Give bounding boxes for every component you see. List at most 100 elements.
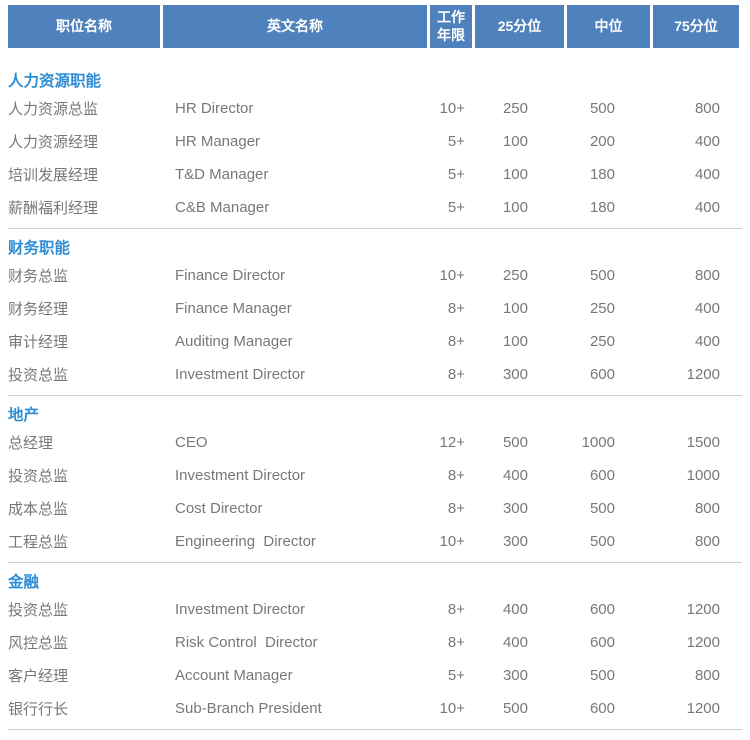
table-row: 风控总监 Risk Control Director 8+ 400 600 12… xyxy=(8,626,742,659)
header-median: 中位 xyxy=(567,5,650,48)
position-name-cn: 成本总监 xyxy=(8,498,160,519)
section-finance-function: 财务职能 财务总监 Finance Director 10+ 250 500 8… xyxy=(8,239,742,391)
percentile-75: 1000 xyxy=(653,467,739,484)
position-name-cn: 投资总监 xyxy=(8,465,160,486)
work-years: 8+ xyxy=(430,634,472,651)
percentile-75: 400 xyxy=(653,133,739,150)
position-name-cn: 薪酬福利经理 xyxy=(8,197,160,218)
median: 180 xyxy=(567,166,650,183)
work-years: 8+ xyxy=(430,601,472,618)
position-name-cn: 投资总监 xyxy=(8,364,160,385)
position-name-cn: 投资总监 xyxy=(8,599,160,620)
work-years: 5+ xyxy=(430,667,472,684)
work-years: 5+ xyxy=(430,166,472,183)
percentile-75: 1200 xyxy=(653,634,739,651)
median: 500 xyxy=(567,500,650,517)
percentile-75: 400 xyxy=(653,199,739,216)
salary-table-page: 职位名称 英文名称 工作年限 25分位 中位 75分位 人力资源职能 人力资源总… xyxy=(0,0,750,730)
work-years: 5+ xyxy=(430,133,472,150)
position-name-en: Finance Director xyxy=(163,267,427,284)
percentile-25: 250 xyxy=(475,100,564,117)
section-title: 地产 xyxy=(8,406,742,426)
median: 500 xyxy=(567,267,650,284)
section-divider xyxy=(8,562,742,563)
percentile-75: 400 xyxy=(653,166,739,183)
percentile-75: 1500 xyxy=(653,434,739,451)
table-row: 总经理 CEO 12+ 500 1000 1500 xyxy=(8,426,742,459)
percentile-25: 300 xyxy=(475,533,564,550)
section-hr: 人力资源职能 人力资源总监 HR Director 10+ 250 500 80… xyxy=(8,72,742,224)
work-years: 10+ xyxy=(430,100,472,117)
percentile-25: 100 xyxy=(475,333,564,350)
header-position-cn: 职位名称 xyxy=(8,5,160,48)
percentile-75: 400 xyxy=(653,300,739,317)
median: 180 xyxy=(567,199,650,216)
median: 500 xyxy=(567,667,650,684)
percentile-75: 400 xyxy=(653,333,739,350)
percentile-75: 800 xyxy=(653,500,739,517)
section-title: 人力资源职能 xyxy=(8,72,742,92)
percentile-25: 500 xyxy=(475,700,564,717)
position-name-cn: 工程总监 xyxy=(8,531,160,552)
percentile-25: 100 xyxy=(475,166,564,183)
position-name-cn: 财务总监 xyxy=(8,265,160,286)
median: 200 xyxy=(567,133,650,150)
median: 600 xyxy=(567,366,650,383)
percentile-75: 800 xyxy=(653,533,739,550)
position-name-cn: 风控总监 xyxy=(8,632,160,653)
median: 1000 xyxy=(567,434,650,451)
median: 600 xyxy=(567,601,650,618)
position-name-cn: 人力资源总监 xyxy=(8,98,160,119)
position-name-en: Account Manager xyxy=(163,667,427,684)
percentile-25: 400 xyxy=(475,634,564,651)
work-years: 8+ xyxy=(430,333,472,350)
table-header-row: 职位名称 英文名称 工作年限 25分位 中位 75分位 xyxy=(8,5,742,48)
position-name-cn: 人力资源经理 xyxy=(8,131,160,152)
percentile-25: 100 xyxy=(475,300,564,317)
section-divider xyxy=(8,729,742,730)
percentile-25: 400 xyxy=(475,467,564,484)
position-name-cn: 总经理 xyxy=(8,432,160,453)
percentile-25: 300 xyxy=(475,667,564,684)
percentile-25: 300 xyxy=(475,366,564,383)
position-name-en: HR Manager xyxy=(163,133,427,150)
position-name-en: Auditing Manager xyxy=(163,333,427,350)
position-name-cn: 培训发展经理 xyxy=(8,164,160,185)
percentile-75: 1200 xyxy=(653,601,739,618)
position-name-cn: 审计经理 xyxy=(8,331,160,352)
position-name-en: Sub-Branch President xyxy=(163,700,427,717)
position-name-en: Engineering Director xyxy=(163,533,427,550)
percentile-25: 250 xyxy=(475,267,564,284)
work-years: 10+ xyxy=(430,267,472,284)
section-real-estate: 地产 总经理 CEO 12+ 500 1000 1500 投资总监 Invest… xyxy=(8,406,742,558)
section-divider xyxy=(8,228,742,229)
work-years: 8+ xyxy=(430,500,472,517)
table-row: 客户经理 Account Manager 5+ 300 500 800 xyxy=(8,659,742,692)
work-years: 10+ xyxy=(430,700,472,717)
percentile-25: 300 xyxy=(475,500,564,517)
percentile-75: 800 xyxy=(653,100,739,117)
work-years: 8+ xyxy=(430,366,472,383)
header-percentile-25: 25分位 xyxy=(475,5,564,48)
table-row: 投资总监 Investment Director 8+ 300 600 1200 xyxy=(8,358,742,391)
median: 600 xyxy=(567,467,650,484)
position-name-cn: 银行行长 xyxy=(8,698,160,719)
work-years: 5+ xyxy=(430,199,472,216)
position-name-en: Risk Control Director xyxy=(163,634,427,651)
section-divider xyxy=(8,395,742,396)
percentile-75: 800 xyxy=(653,667,739,684)
section-finance: 金融 投资总监 Investment Director 8+ 400 600 1… xyxy=(8,573,742,725)
position-name-en: Cost Director xyxy=(163,500,427,517)
median: 250 xyxy=(567,333,650,350)
percentile-25: 100 xyxy=(475,133,564,150)
percentile-25: 100 xyxy=(475,199,564,216)
table-row: 薪酬福利经理 C&B Manager 5+ 100 180 400 xyxy=(8,191,742,224)
percentile-75: 800 xyxy=(653,267,739,284)
table-row: 人力资源经理 HR Manager 5+ 100 200 400 xyxy=(8,125,742,158)
median: 600 xyxy=(567,700,650,717)
median: 500 xyxy=(567,533,650,550)
median: 500 xyxy=(567,100,650,117)
table-row: 工程总监 Engineering Director 10+ 300 500 80… xyxy=(8,525,742,558)
median: 250 xyxy=(567,300,650,317)
table-row: 人力资源总监 HR Director 10+ 250 500 800 xyxy=(8,92,742,125)
